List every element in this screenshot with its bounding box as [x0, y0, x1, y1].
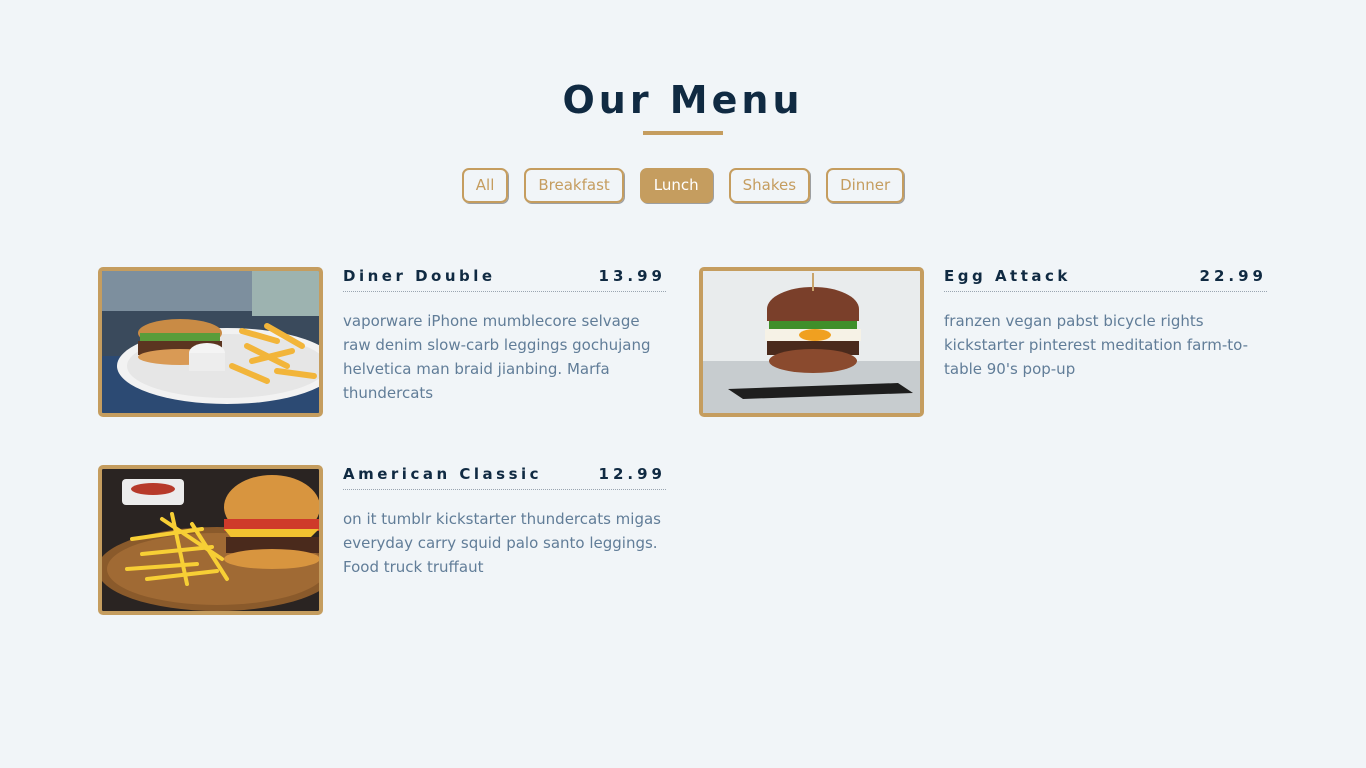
page-title: Our Menu	[562, 78, 804, 122]
menu-item-price: 13.99	[598, 267, 666, 285]
category-filters: All Breakfast Lunch Shakes Dinner	[0, 168, 1366, 203]
menu-item-price: 12.99	[598, 465, 666, 483]
menu-item-info: Egg Attack 22.99 franzen vegan pabst bic…	[944, 267, 1267, 381]
menu-item-description: franzen vegan pabst bicycle rights kicks…	[944, 312, 1248, 378]
menu-page: Our Menu All Breakfast Lunch Shakes Dinn…	[0, 0, 1366, 768]
menu-item-info: American Classic 12.99 on it tumblr kick…	[343, 465, 666, 579]
menu-item-photo	[98, 267, 323, 417]
filter-lunch-button[interactable]: Lunch	[639, 168, 713, 203]
menu-item-name: Diner Double	[343, 267, 496, 285]
filter-all-button[interactable]: All	[461, 168, 509, 203]
filter-shakes-button[interactable]: Shakes	[728, 168, 811, 203]
menu-item: American Classic 12.99 on it tumblr kick…	[98, 465, 668, 615]
title-underline	[643, 131, 723, 135]
filter-breakfast-button[interactable]: Breakfast	[524, 168, 624, 203]
menu-item-info: Diner Double 13.99 vaporware iPhone mumb…	[343, 267, 666, 405]
menu-item: Diner Double 13.99 vaporware iPhone mumb…	[98, 267, 668, 417]
menu-item-header: Diner Double 13.99	[343, 267, 666, 292]
menu-item-photo	[699, 267, 924, 417]
menu-item-name: American Classic	[343, 465, 543, 483]
menu-item-description: on it tumblr kickstarter thundercats mig…	[343, 510, 661, 576]
menu-item-name: Egg Attack	[944, 267, 1071, 285]
menu-item-description: vaporware iPhone mumblecore selvage raw …	[343, 312, 651, 402]
menu-item: Egg Attack 22.99 franzen vegan pabst bic…	[699, 267, 1269, 417]
menu-item-header: Egg Attack 22.99	[944, 267, 1267, 292]
menu-item-header: American Classic 12.99	[343, 465, 666, 490]
menu-item-price: 22.99	[1199, 267, 1267, 285]
filter-dinner-button[interactable]: Dinner	[826, 168, 905, 203]
menu-item-photo	[98, 465, 323, 615]
